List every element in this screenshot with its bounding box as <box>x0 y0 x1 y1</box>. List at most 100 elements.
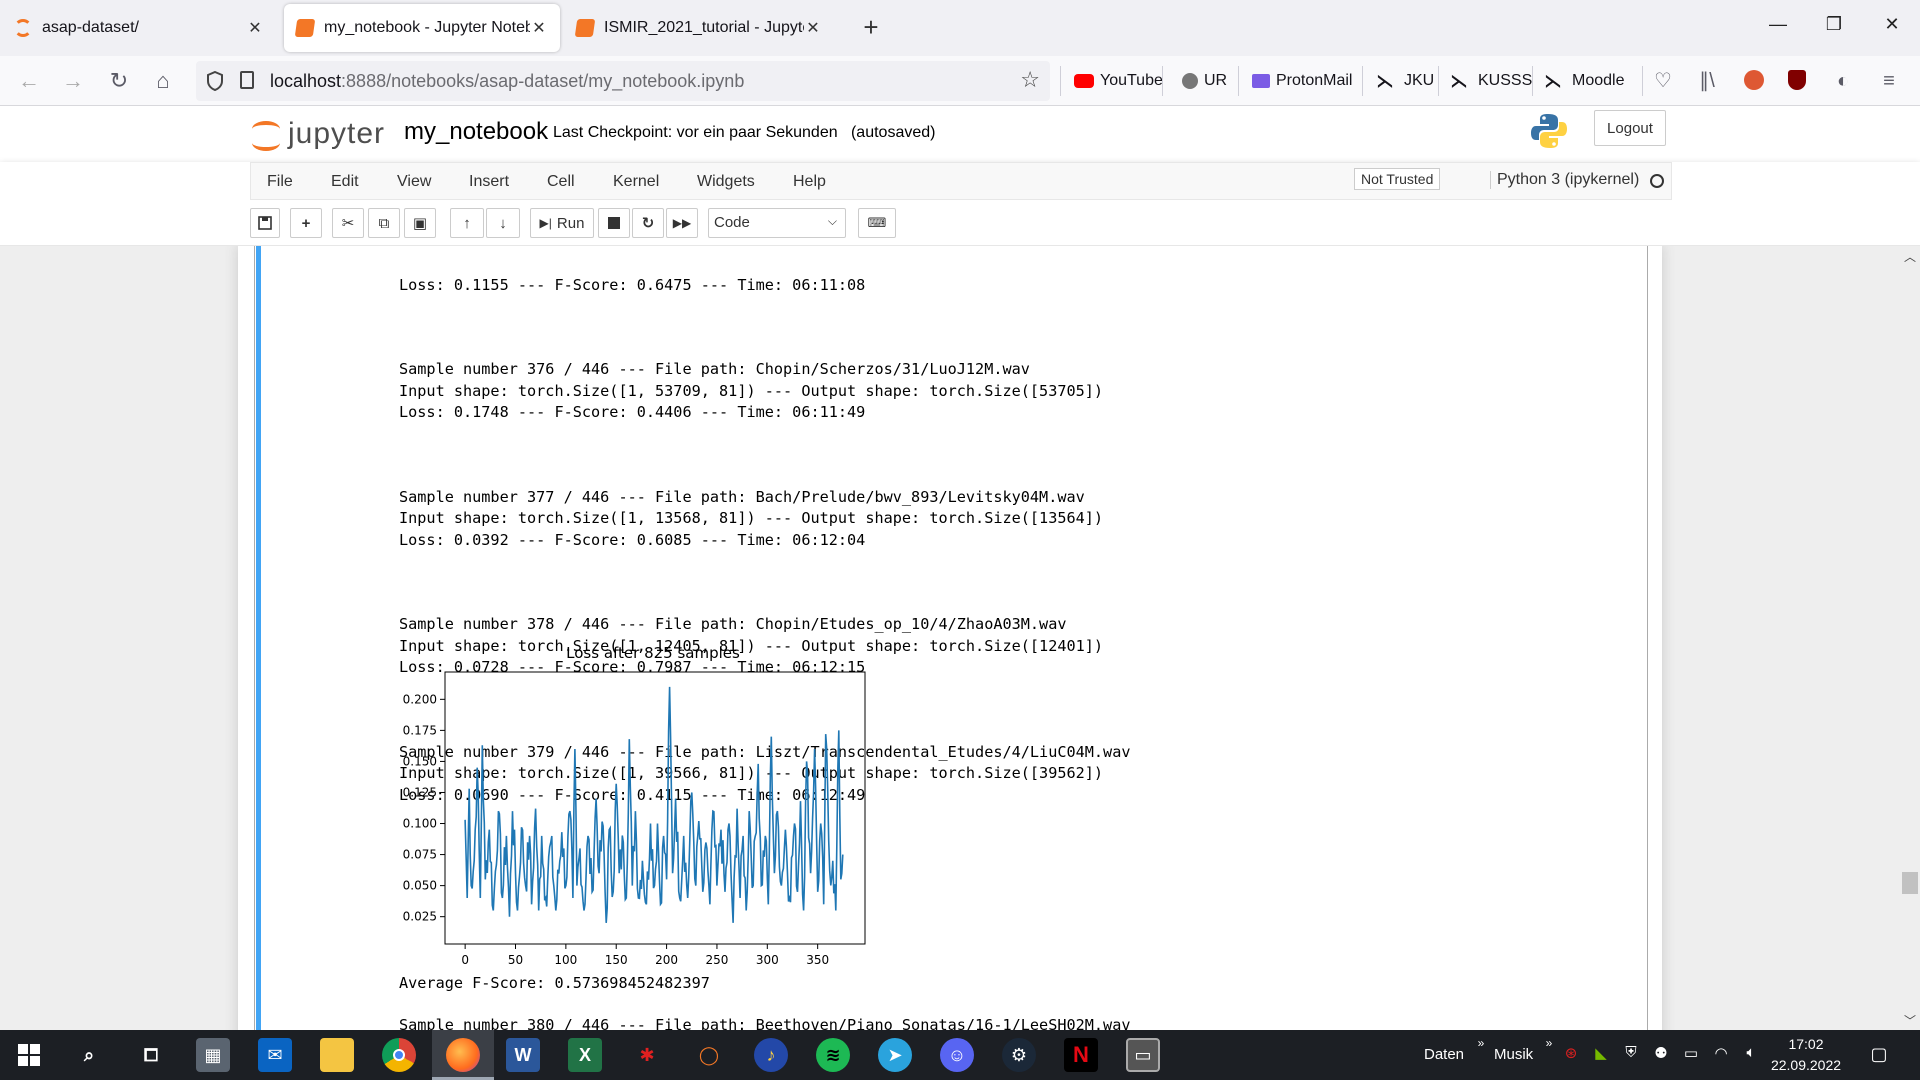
steam-icon[interactable]: ⚙ <box>1002 1038 1036 1072</box>
spotify-icon[interactable]: ≋ <box>816 1038 850 1072</box>
notifications-icon[interactable]: ▢ <box>1870 1044 1888 1064</box>
copy-button[interactable]: ⧉ <box>368 208 400 238</box>
menu-icon[interactable]: ≡ <box>1878 70 1900 92</box>
cell-type-select[interactable]: Code ⌵ <box>708 208 846 238</box>
address-bar[interactable]: localhost:8888/notebooks/asap-dataset/my… <box>196 61 1050 101</box>
paste-button[interactable]: ▣ <box>404 208 436 238</box>
battery-icon[interactable]: ▭ <box>1682 1044 1700 1062</box>
terminal-icon[interactable]: ▭ <box>1126 1038 1160 1072</box>
security-icon[interactable]: ⛨ <box>1622 1044 1640 1062</box>
logout-button[interactable]: Logout <box>1594 110 1666 146</box>
trust-indicator[interactable]: Not Trusted <box>1354 168 1441 190</box>
tab-ismir-tutorial[interactable]: ISMIR_2021_tutorial - Jupyter Notebook ✕ <box>564 4 834 52</box>
bookmark-star-icon[interactable]: ☆ <box>1020 67 1040 93</box>
reload-icon[interactable]: ↻ <box>106 68 132 94</box>
jupyter-app-icon[interactable]: ◯ <box>692 1038 726 1072</box>
scrollbar[interactable] <box>1900 246 1920 1030</box>
bookmark-ur[interactable]: UR <box>1182 68 1227 94</box>
discord-icon[interactable]: ☺ <box>940 1038 974 1072</box>
bookmark-protonmail[interactable]: ProtonMail <box>1252 68 1352 94</box>
save-button[interactable] <box>250 208 280 238</box>
run-button[interactable]: ▶| Run <box>530 208 594 238</box>
notebook-favicon-icon <box>294 19 316 37</box>
windows-start-icon[interactable] <box>12 1038 46 1072</box>
x-tick-label: 300 <box>756 953 779 967</box>
tab-asap-dataset[interactable]: asap-dataset/ ✕ <box>2 4 276 52</box>
jupyter-logo-icon <box>252 119 282 151</box>
outlook-icon[interactable]: ✉ <box>258 1038 292 1072</box>
kernel-name[interactable]: Python 3 (ipykernel) <box>1490 171 1639 189</box>
antivirus-icon[interactable]: ⊛ <box>1562 1044 1580 1062</box>
wifi-icon[interactable]: ◠ <box>1712 1044 1730 1062</box>
firefox-icon[interactable] <box>446 1038 480 1072</box>
ublock-icon[interactable] <box>1788 70 1810 92</box>
nvidia-icon[interactable]: ◣ <box>1592 1044 1610 1062</box>
calculator-icon[interactable]: ▦ <box>196 1038 230 1072</box>
jupyter-logo[interactable]: jupyter <box>252 112 385 156</box>
menu-widgets[interactable]: Widgets <box>697 173 755 191</box>
scroll-down-icon[interactable]: ﹀ <box>1902 1012 1918 1029</box>
menu-file[interactable]: File <box>267 173 293 191</box>
menu-insert[interactable]: Insert <box>469 173 509 191</box>
new-tab-icon[interactable]: + <box>856 12 886 43</box>
divider <box>1162 66 1163 96</box>
library-icon[interactable]: ∥\ <box>1696 70 1718 92</box>
restart-run-all-button[interactable]: ▶▶ <box>666 208 698 238</box>
close-tab-icon[interactable]: ✕ <box>246 18 264 38</box>
close-tab-icon[interactable]: ✕ <box>530 18 548 38</box>
home-icon[interactable]: ⌂ <box>150 68 176 94</box>
restore-icon[interactable]: ❐ <box>1822 14 1846 35</box>
scrollbar-thumb[interactable] <box>1902 872 1918 894</box>
loss-series-line <box>464 686 844 923</box>
game-app-icon[interactable]: ✱ <box>630 1038 664 1072</box>
x-tick-label: 250 <box>705 953 728 967</box>
back-icon[interactable]: ← <box>16 68 42 94</box>
url-text[interactable]: localhost:8888/notebooks/asap-dataset/my… <box>270 71 744 92</box>
telegram-icon[interactable]: ➤ <box>878 1038 912 1072</box>
notebook-name[interactable]: my_notebook <box>404 118 548 146</box>
tracking-shield-icon[interactable] <box>206 71 224 91</box>
menu-cell[interactable]: Cell <box>547 173 575 191</box>
music-app-icon[interactable]: ♪ <box>754 1038 788 1072</box>
tab-my-notebook[interactable]: my_notebook - Jupyter Notebook ✕ <box>284 4 560 52</box>
page-info-icon[interactable] <box>240 71 254 89</box>
netflix-icon[interactable]: N <box>1064 1038 1098 1072</box>
tray-musik-label[interactable]: Musik <box>1494 1046 1533 1063</box>
file-explorer-icon[interactable] <box>320 1038 354 1072</box>
bookmark-youtube[interactable]: YouTube <box>1074 68 1163 94</box>
search-icon[interactable]: ⌕ <box>72 1038 106 1072</box>
bookmark-jku[interactable]: ⋋ JKU <box>1376 68 1434 94</box>
interrupt-button[interactable] <box>598 208 630 238</box>
move-down-button[interactable]: ↓ <box>486 208 520 238</box>
pocket-icon[interactable]: ♡ <box>1652 70 1674 92</box>
bookmark-kusss[interactable]: ⋋ KUSSS <box>1450 68 1532 94</box>
cut-button[interactable]: ✂ <box>332 208 364 238</box>
system-clock[interactable]: 17:02 22.09.2022 <box>1766 1034 1846 1076</box>
jku-icon: ⋋ <box>1376 71 1394 91</box>
network-app-icon[interactable]: ⚉ <box>1652 1044 1670 1062</box>
command-palette-button[interactable]: ⌨ <box>858 208 896 238</box>
scroll-up-icon[interactable]: ︿ <box>1902 248 1918 265</box>
volume-icon[interactable]: 🔈︎ <box>1742 1044 1760 1062</box>
chevron-right-icon[interactable]: » <box>1472 1036 1490 1054</box>
minimize-icon[interactable]: — <box>1766 14 1790 35</box>
menu-view[interactable]: View <box>397 173 431 191</box>
chrome-icon[interactable] <box>382 1038 416 1072</box>
insert-cell-button[interactable]: + <box>290 208 322 238</box>
word-icon[interactable]: W <box>506 1038 540 1072</box>
duckduckgo-icon[interactable] <box>1744 70 1766 92</box>
task-view-icon[interactable]: ⧠ <box>134 1038 168 1072</box>
menu-help[interactable]: Help <box>793 173 826 191</box>
bookmark-moodle[interactable]: ⋋ Moodle <box>1544 68 1624 94</box>
forward-icon[interactable]: → <box>60 68 86 94</box>
restart-button[interactable]: ↻ <box>632 208 664 238</box>
move-up-button[interactable]: ↑ <box>450 208 484 238</box>
extensions-icon[interactable]: ◐ <box>1832 70 1854 92</box>
tray-daten-label[interactable]: Daten <box>1424 1046 1464 1063</box>
close-window-icon[interactable]: ✕ <box>1880 14 1904 35</box>
menu-edit[interactable]: Edit <box>331 173 359 191</box>
close-tab-icon[interactable]: ✕ <box>804 18 822 38</box>
menu-kernel[interactable]: Kernel <box>613 173 659 191</box>
excel-icon[interactable]: X <box>568 1038 602 1072</box>
chevron-right-icon[interactable]: » <box>1540 1036 1558 1054</box>
